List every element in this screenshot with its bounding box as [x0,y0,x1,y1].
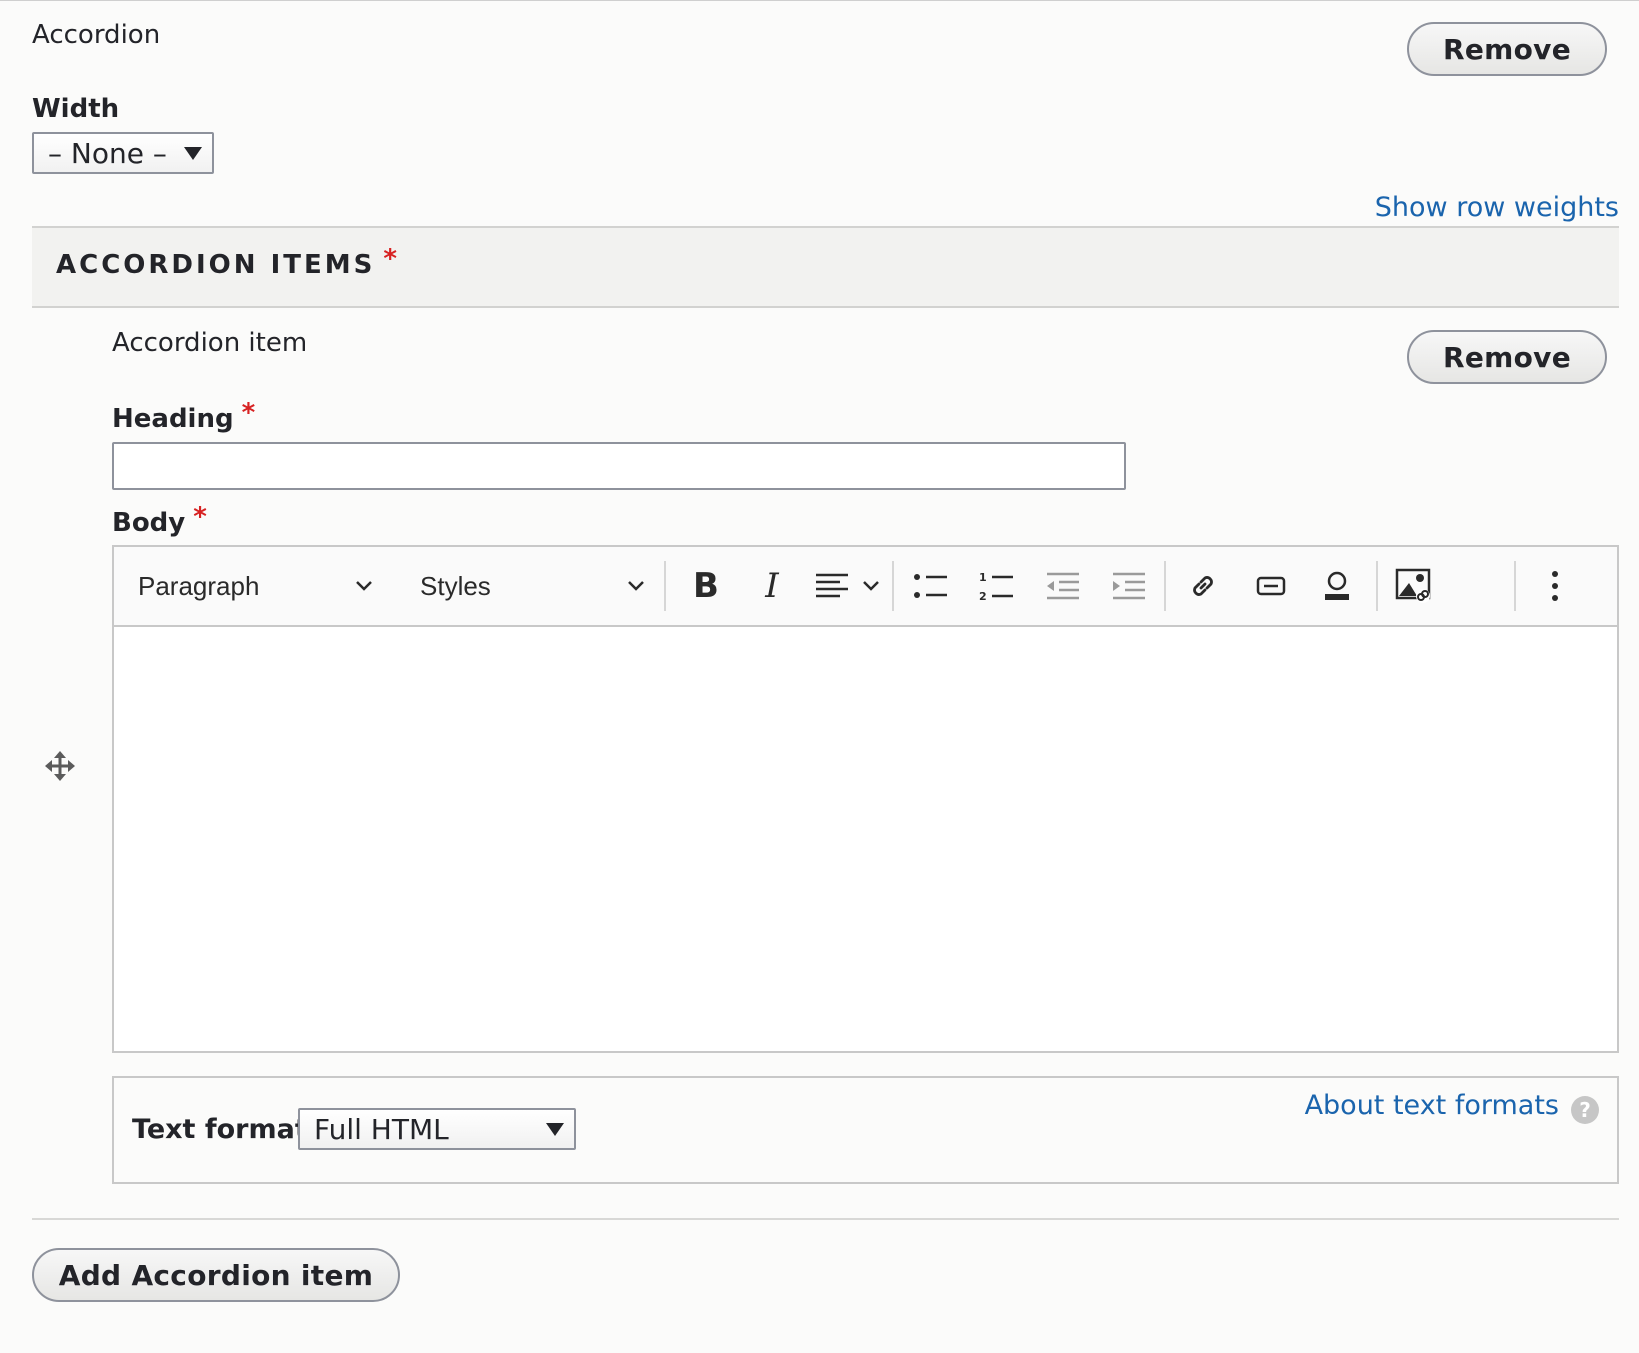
about-text-formats-link[interactable]: About text formats [1305,1090,1559,1121]
italic-button[interactable]: I [746,547,798,625]
indent-icon [1113,572,1145,600]
styles-dropdown[interactable]: Styles [420,547,650,625]
outdent-icon [1047,572,1079,600]
drag-handle[interactable] [44,750,76,782]
about-text-formats: About text formats? [1305,1090,1599,1124]
show-row-weights-link[interactable]: Show row weights [1375,192,1619,223]
accordion-item-label: Accordion item [112,328,308,358]
move-icon [45,751,75,781]
body-label-text: Body [112,508,186,538]
text-format-label: Text format [132,1114,308,1145]
editor-toolbar: Paragraph Styles B I 1 2 [114,547,1617,627]
chevron-down-icon [356,581,372,591]
bold-button[interactable]: B [680,547,732,625]
heading-required-marker: * [241,398,256,428]
accordion-items-header: ACCORDION ITEMS * [32,226,1619,308]
text-format-value: Full HTML [314,1112,449,1146]
top-divider [0,0,1639,1]
align-dropdown[interactable] [812,547,886,625]
toolbar-separator [1376,561,1378,611]
embed-button[interactable] [1244,547,1298,625]
paragraph-format-dropdown[interactable]: Paragraph [138,547,378,625]
heading-input[interactable] [112,442,1126,490]
outdent-button[interactable] [1036,547,1090,625]
toolbar-separator [892,561,894,611]
body-editable-area[interactable] [114,627,1617,1051]
numbered-list-icon: 1 2 [979,571,1013,602]
media-icon [1325,571,1349,600]
accordion-remove-button[interactable]: Remove [1407,22,1607,76]
bold-icon: B [693,566,719,606]
media-button[interactable] [1310,547,1364,625]
body-label: Body * [112,502,207,538]
help-icon[interactable]: ? [1571,1095,1599,1124]
text-format-wrapper: Text format Full HTML About text formats… [112,1076,1619,1184]
width-select[interactable]: – None – [32,132,214,174]
chevron-down-icon [628,581,644,591]
accordion-items-title-text: ACCORDION ITEMS [56,250,376,280]
italic-icon: I [765,566,779,606]
width-select-value: – None – [48,136,167,170]
more-options-button[interactable] [1528,547,1582,625]
paragraph-format-label: Paragraph [138,570,260,601]
image-link-button[interactable] [1386,547,1440,625]
caret-down-icon [184,147,202,160]
heading-label: Heading * [112,398,255,434]
link-icon [1193,576,1213,596]
svg-text:1: 1 [979,571,987,584]
styles-label: Styles [420,570,491,601]
toolbar-separator [1514,561,1516,611]
accordion-items-title: ACCORDION ITEMS * [56,244,400,280]
toolbar-separator [664,561,666,611]
indent-button[interactable] [1102,547,1156,625]
embed-icon [1256,576,1286,596]
image-link-icon [1395,568,1431,603]
body-editor: Paragraph Styles B I 1 2 [112,545,1619,1053]
align-icon [816,573,879,598]
caret-down-icon [546,1123,564,1136]
width-label: Width [32,94,120,124]
accordion-paragraph-label: Accordion [32,20,161,50]
accordion-item-remove-button[interactable]: Remove [1407,330,1607,384]
heading-label-text: Heading [112,404,234,434]
text-format-select[interactable]: Full HTML [298,1108,576,1150]
bulleted-list-icon [914,574,947,598]
toolbar-separator [1164,561,1166,611]
numbered-list-button[interactable]: 1 2 [970,547,1024,625]
svg-text:2: 2 [979,590,987,602]
link-button[interactable] [1176,547,1230,625]
bulleted-list-button[interactable] [904,547,958,625]
add-accordion-item-button[interactable]: Add Accordion item [32,1248,400,1302]
body-required-marker: * [193,502,207,532]
bottom-divider [32,1218,1619,1220]
more-icon [1552,571,1558,601]
required-marker: * [383,244,400,274]
